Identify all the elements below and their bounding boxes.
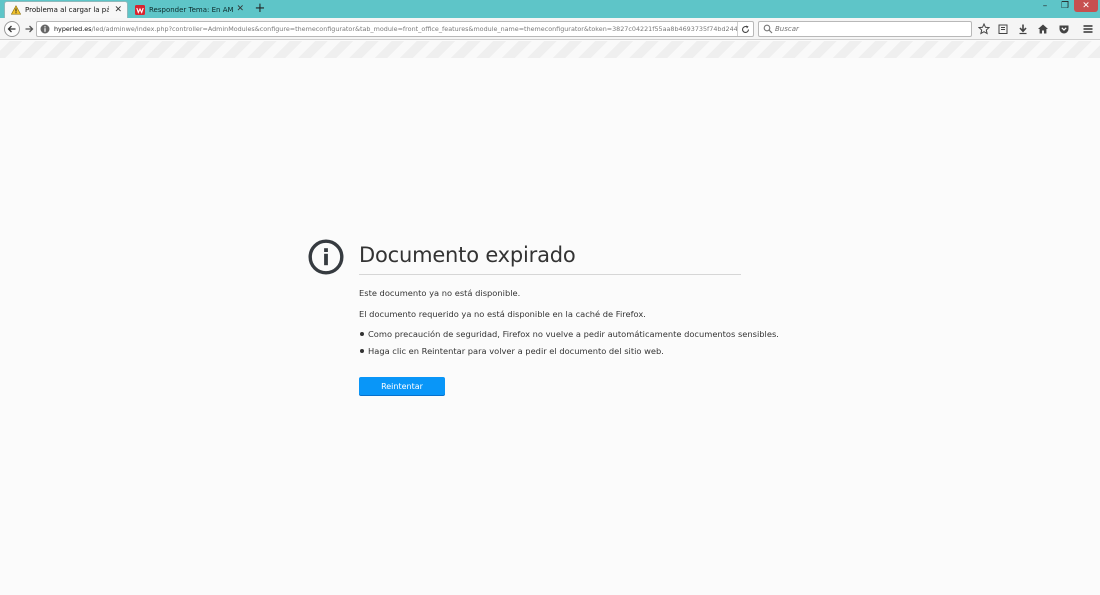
forward-arrow-icon: [25, 25, 34, 33]
list-item: Haga clic en Reintentar para volver a pe…: [359, 346, 779, 363]
list-item: Como precaución de seguridad, Firefox no…: [359, 329, 779, 346]
new-tab-button[interactable]: +: [253, 1, 267, 17]
tab-strip: Problema al cargar la pági... ✕ Responde…: [0, 0, 1100, 18]
minimize-button[interactable]: –: [1038, 0, 1052, 12]
reload-button[interactable]: [737, 22, 753, 36]
tab-problema[interactable]: Problema al cargar la pági... ✕: [4, 1, 128, 18]
bookmark-star-icon[interactable]: [977, 22, 991, 36]
tab-responder[interactable]: Responder Tema: En AMA... ✕: [129, 1, 249, 18]
url-bar[interactable]: hyperled.es/led/adminwe/index.php?contro…: [36, 21, 754, 37]
home-icon[interactable]: [1036, 22, 1050, 36]
title-divider: [359, 274, 741, 275]
site-favicon: [135, 4, 145, 15]
error-details-list: Como precaución de seguridad, Firefox no…: [359, 329, 779, 363]
tab-title: Responder Tema: En AMA...: [149, 5, 233, 14]
search-bar[interactable]: [758, 21, 972, 37]
download-icon[interactable]: [1016, 22, 1030, 36]
warning-icon: [11, 5, 21, 15]
tab-title: Problema al cargar la pági...: [25, 6, 109, 14]
url-path: /led/adminwe/index.php?controller=AdminM…: [91, 25, 738, 33]
page-title: Documento expirado: [359, 243, 576, 267]
nav-bar: hyperled.es/led/adminwe/index.php?contro…: [0, 18, 1100, 40]
search-input[interactable]: [773, 22, 963, 36]
info-icon: [308, 239, 344, 275]
retry-button[interactable]: Reintentar: [359, 377, 445, 395]
site-info-icon[interactable]: [40, 24, 50, 34]
back-arrow-icon: [7, 25, 16, 33]
reload-icon: [742, 25, 750, 33]
forward-button[interactable]: [21, 21, 37, 37]
search-icon: [763, 24, 773, 34]
url-host: hyperled.es: [54, 25, 92, 33]
bookmarks-list-icon[interactable]: [996, 22, 1010, 36]
back-button[interactable]: [4, 21, 20, 37]
tab-close-icon[interactable]: ✕: [236, 4, 244, 14]
close-window-button[interactable]: ✕: [1074, 0, 1098, 12]
error-message-2: El documento requerido ya no está dispon…: [359, 309, 646, 319]
menu-icon[interactable]: [1081, 22, 1095, 36]
maximize-button[interactable]: ❐: [1058, 0, 1072, 12]
page-loading-stripe: [0, 41, 1100, 58]
tab-close-icon[interactable]: ✕: [114, 5, 122, 15]
pocket-icon[interactable]: [1057, 22, 1071, 36]
error-message-1: Este documento ya no está disponible.: [359, 288, 521, 298]
